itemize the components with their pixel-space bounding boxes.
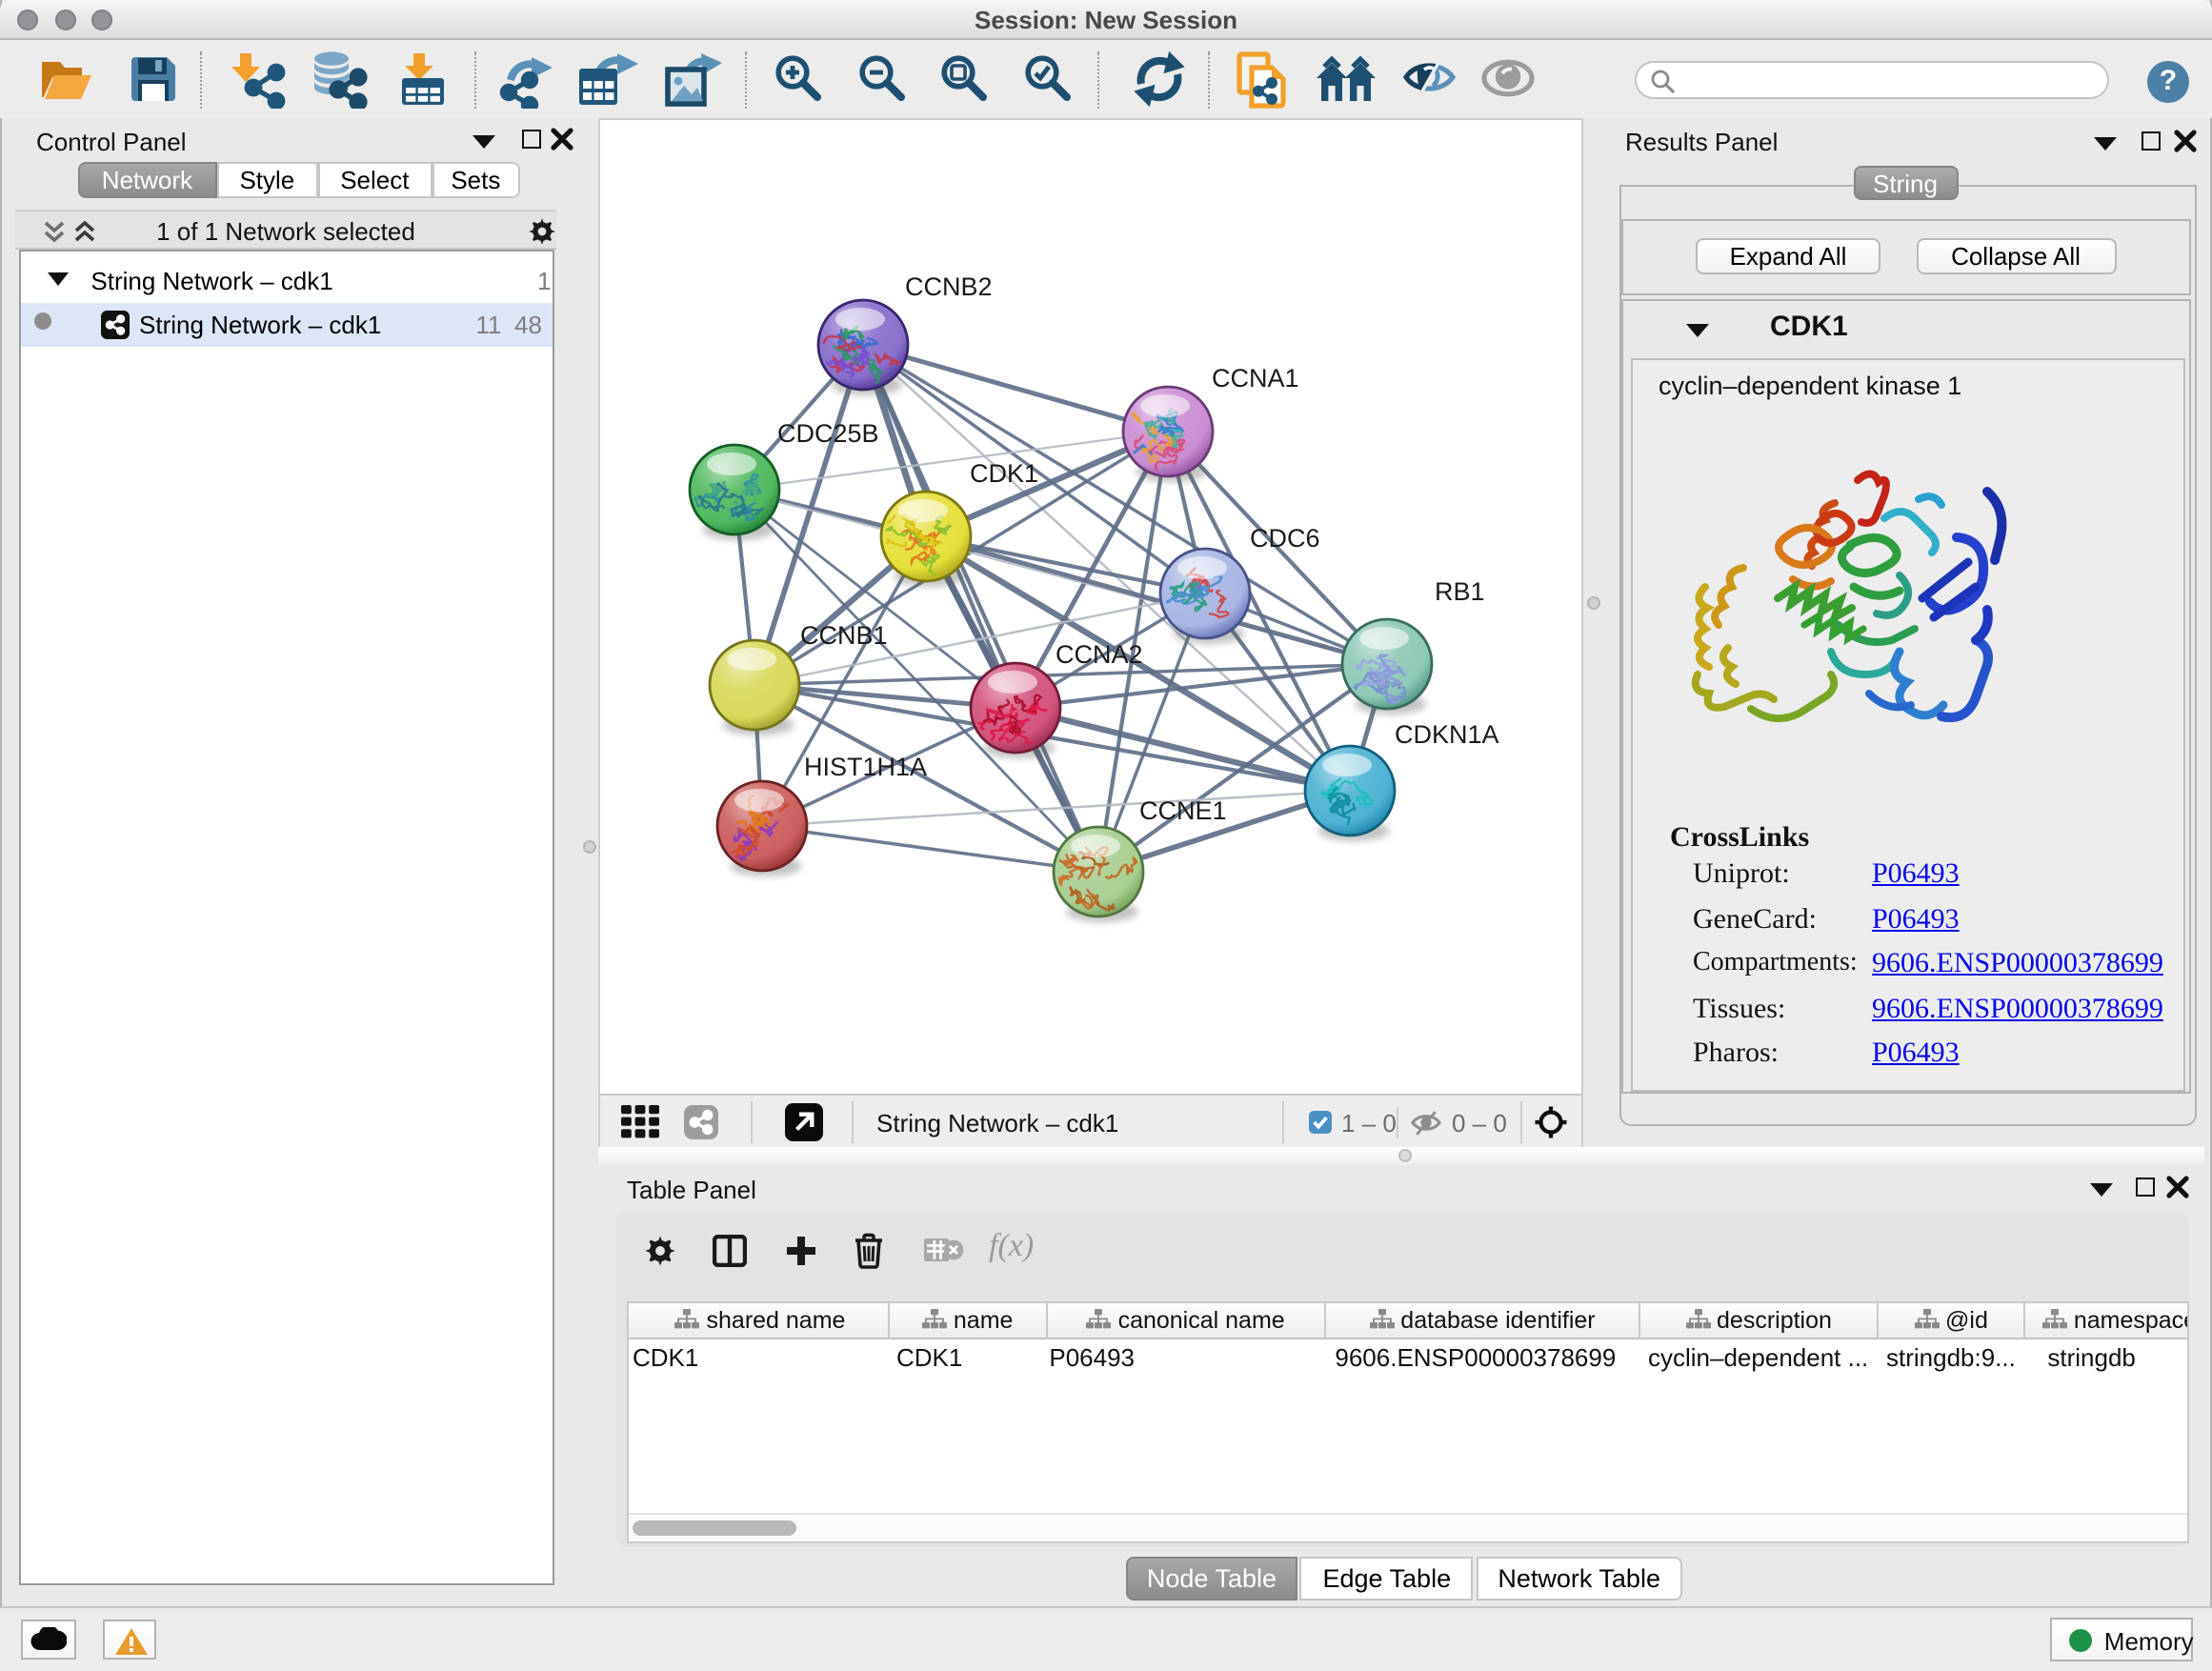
svg-text:CCNB2: CCNB2 bbox=[905, 272, 993, 301]
svg-text:CCNA1: CCNA1 bbox=[1212, 364, 1299, 393]
svg-text:CCNA2: CCNA2 bbox=[1056, 640, 1143, 669]
svg-text:RB1: RB1 bbox=[1435, 577, 1485, 606]
svg-text:CDK1: CDK1 bbox=[970, 459, 1038, 488]
svg-text:CCNE1: CCNE1 bbox=[1139, 796, 1227, 825]
svg-text:CDKN1A: CDKN1A bbox=[1395, 720, 1499, 749]
svg-text:CDC6: CDC6 bbox=[1250, 524, 1320, 553]
svg-text:HIST1H1A: HIST1H1A bbox=[804, 753, 927, 781]
svg-text:CDC25B: CDC25B bbox=[777, 419, 879, 448]
svg-text:CCNB1: CCNB1 bbox=[800, 621, 888, 650]
